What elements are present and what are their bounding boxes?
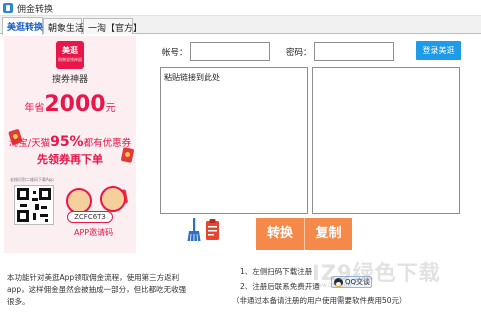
password-field[interactable] xyxy=(314,42,394,61)
qr-finder xyxy=(17,210,29,222)
promo-line-1-pre: 淘宝/天猫 xyxy=(8,138,51,149)
promo-save: 年省2000元 xyxy=(4,92,136,117)
qr-module xyxy=(32,198,38,201)
promo-banner: 美逛 购物省钱神器 搜券神器 年省2000元 淘宝/天猫95%都有优惠券 先领券… xyxy=(4,36,136,253)
result-output-area[interactable] xyxy=(312,67,460,214)
note-step-1: 1、左侧扫码下载注册 xyxy=(240,267,313,276)
qr-code xyxy=(14,185,54,225)
promo-line-1-pct: 95% xyxy=(50,134,84,150)
watermark-sub: www.lz9.com xyxy=(312,282,352,289)
link-input-area[interactable]: 粘贴链接到此处 xyxy=(160,67,308,214)
note-step-2: 2、注册后联系免费开通 xyxy=(240,282,320,291)
qr-module xyxy=(45,219,48,222)
qr-module xyxy=(40,214,48,217)
app-invite-label: APP邀请码 xyxy=(74,228,114,237)
brand-name: 美逛 xyxy=(62,46,78,55)
copy-button[interactable]: 复制 xyxy=(304,218,352,250)
qr-caption: 长按识别二维码下载App xyxy=(10,177,54,182)
note-fee: （非通过本备请注册的用户使用需要软件费用50元） xyxy=(232,296,407,305)
tab-meiguang[interactable]: 美逛转换 xyxy=(2,17,43,35)
promo-line-2: 先领券再下单 xyxy=(37,153,103,166)
qr-finder xyxy=(39,188,51,200)
mascot-illustration xyxy=(64,186,130,230)
brand-logo: 美逛 购物省钱神器 xyxy=(56,41,84,69)
clipboard-icon[interactable] xyxy=(205,218,221,242)
password-label: 密码： xyxy=(286,48,312,58)
title-bar: 佣金转换 xyxy=(0,0,481,16)
tab-yitao[interactable]: 一淘【官方】 xyxy=(83,18,142,34)
account-label: 帐号： xyxy=(162,48,188,58)
qr-finder xyxy=(17,188,29,200)
watermark: IZ9绿色下载 www.lz9.com xyxy=(312,257,441,289)
brand-sub: 购物省钱神器 xyxy=(58,57,82,62)
convert-button[interactable]: 转换 xyxy=(256,218,304,250)
qr-module xyxy=(41,206,47,209)
account-field[interactable] xyxy=(190,42,270,61)
qr-module xyxy=(33,191,36,194)
invite-code: ZCFC6T3 xyxy=(67,211,113,223)
tab-chaoxiang[interactable]: 朝象生活 xyxy=(43,18,84,34)
login-button[interactable]: 登录美逛 xyxy=(416,41,461,60)
qr-module xyxy=(33,213,36,220)
promo-line-1-post: 都有优惠券 xyxy=(83,138,132,149)
save-unit: 元 xyxy=(105,103,116,114)
save-prefix: 年省 xyxy=(24,103,45,114)
qr-module xyxy=(20,204,27,207)
mascot-head xyxy=(100,186,126,212)
app-icon xyxy=(3,3,13,13)
tab-bar: 美逛转换 朝象生活 一淘【官方】 xyxy=(0,16,481,35)
broom-icon[interactable] xyxy=(187,218,201,242)
description-text: 本功能针对美逛App领取佣金流程，使用第三方返利app，这样佣金虽然会被抽成一部… xyxy=(7,273,187,306)
window-title: 佣金转换 xyxy=(17,5,54,15)
save-amount: 2000 xyxy=(44,92,106,117)
promo-line-1: 淘宝/天猫95%都有优惠券 xyxy=(4,134,136,150)
promo-tagline: 搜券神器 xyxy=(51,75,88,85)
qr-module xyxy=(35,204,39,210)
